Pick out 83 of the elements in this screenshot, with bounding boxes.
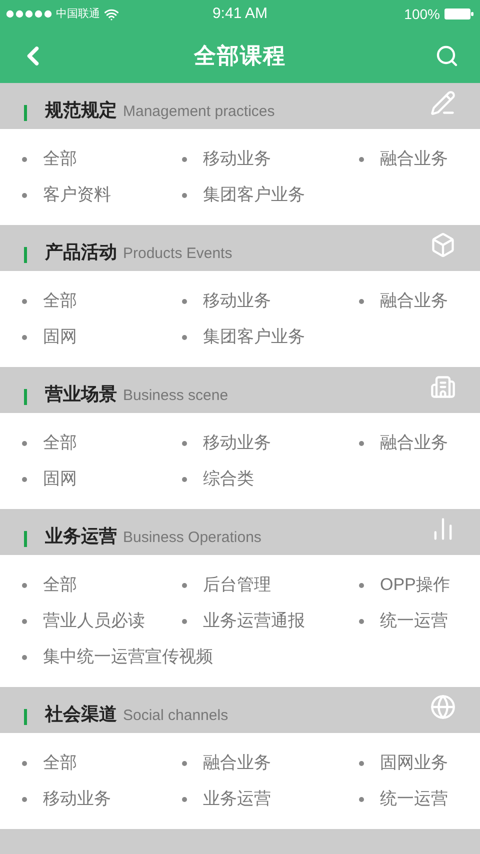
bullet-icon — [22, 192, 27, 198]
bullet-icon — [22, 618, 27, 624]
category-link[interactable]: 业务运营通报 — [182, 603, 305, 639]
category-link[interactable]: 全部 — [22, 283, 77, 319]
category-link[interactable]: 后台管理 — [182, 567, 271, 603]
battery-icon — [444, 8, 474, 20]
category-link[interactable]: 融合业务 — [359, 141, 448, 177]
battery-percent: 100% — [404, 4, 440, 24]
page-title: 全部课程 — [194, 42, 286, 70]
category-link[interactable]: 固网业务 — [359, 745, 448, 781]
bullet-icon — [182, 796, 187, 802]
bullet-icon — [22, 334, 27, 340]
category-link[interactable]: 移动业务 — [182, 425, 271, 461]
category-link[interactable]: 移动业务 — [182, 283, 271, 319]
section-subtitle: Business Operations — [123, 528, 262, 548]
category-link[interactable]: 固网 — [22, 461, 77, 497]
pencil-icon — [430, 90, 456, 116]
category-link[interactable]: 固网 — [22, 319, 77, 355]
building-icon — [430, 374, 456, 400]
bullet-icon — [182, 440, 187, 446]
signal-icon — [6, 10, 52, 18]
bullet-icon — [359, 298, 364, 304]
section-subtitle: Products Events — [123, 244, 232, 264]
bullet-icon — [359, 796, 364, 802]
bullet-icon — [182, 156, 187, 162]
accent-bar — [24, 389, 27, 405]
category-link[interactable]: 集团客户业务 — [182, 177, 305, 213]
category-link[interactable]: 融合业务 — [359, 425, 448, 461]
bullet-icon — [22, 476, 27, 482]
section-title: 产品活动 — [45, 241, 117, 264]
category-link[interactable]: 移动业务 — [22, 781, 111, 817]
wifi-icon — [104, 6, 119, 22]
section-title: 营业场景 — [45, 383, 117, 406]
category-link[interactable]: 统一运营 — [359, 781, 448, 817]
bullet-icon — [359, 760, 364, 766]
category-link[interactable]: 营业人员必读 — [22, 603, 145, 639]
bullet-icon — [359, 618, 364, 624]
category-link[interactable]: 集团客户业务 — [182, 319, 305, 355]
accent-bar — [24, 105, 27, 121]
category-link[interactable]: 融合业务 — [359, 283, 448, 319]
section-subtitle: Social channels — [123, 706, 228, 726]
category-link[interactable]: 综合类 — [182, 461, 254, 497]
bullet-icon — [22, 654, 27, 660]
bullet-icon — [22, 582, 27, 588]
category-link[interactable]: 统一运营 — [359, 603, 448, 639]
bullet-icon — [359, 582, 364, 588]
category-link[interactable]: 全部 — [22, 141, 77, 177]
category-link[interactable]: 融合业务 — [182, 745, 271, 781]
bullet-icon — [182, 298, 187, 304]
carrier-name: 中国联通 — [56, 6, 100, 22]
category-link[interactable]: 移动业务 — [182, 141, 271, 177]
section-title: 规范规定 — [45, 99, 117, 122]
category-link[interactable]: 客户资料 — [22, 177, 111, 213]
bullet-icon — [182, 618, 187, 624]
bullet-icon — [22, 156, 27, 162]
bullet-icon — [182, 334, 187, 340]
category-link[interactable]: 集中统一运营宣传视频 — [22, 639, 213, 675]
category-link[interactable]: OPP操作 — [359, 567, 450, 603]
search-icon — [435, 44, 459, 68]
bullet-icon — [359, 440, 364, 446]
bullet-icon — [182, 476, 187, 482]
section-subtitle: Management practices — [123, 102, 275, 122]
section-title: 社会渠道 — [45, 703, 117, 726]
category-link[interactable]: 全部 — [22, 745, 77, 781]
bullet-icon — [182, 192, 187, 198]
cube-icon — [430, 232, 456, 258]
bullet-icon — [22, 796, 27, 802]
clock-time: 9:41 AM — [212, 4, 268, 24]
globe-icon — [430, 694, 456, 720]
bullet-icon — [22, 440, 27, 446]
bullet-icon — [182, 582, 187, 588]
category-link[interactable]: 业务运营 — [182, 781, 271, 817]
bullet-icon — [22, 760, 27, 766]
accent-bar — [24, 247, 27, 263]
category-link[interactable]: 全部 — [22, 567, 77, 603]
section-title: 业务运营 — [45, 525, 117, 548]
category-link[interactable]: 全部 — [22, 425, 77, 461]
bullet-icon — [22, 298, 27, 304]
bullet-icon — [359, 156, 364, 162]
bullet-icon — [182, 760, 187, 766]
accent-bar — [24, 709, 27, 725]
accent-bar — [24, 531, 27, 547]
section-subtitle: Business scene — [123, 386, 228, 406]
